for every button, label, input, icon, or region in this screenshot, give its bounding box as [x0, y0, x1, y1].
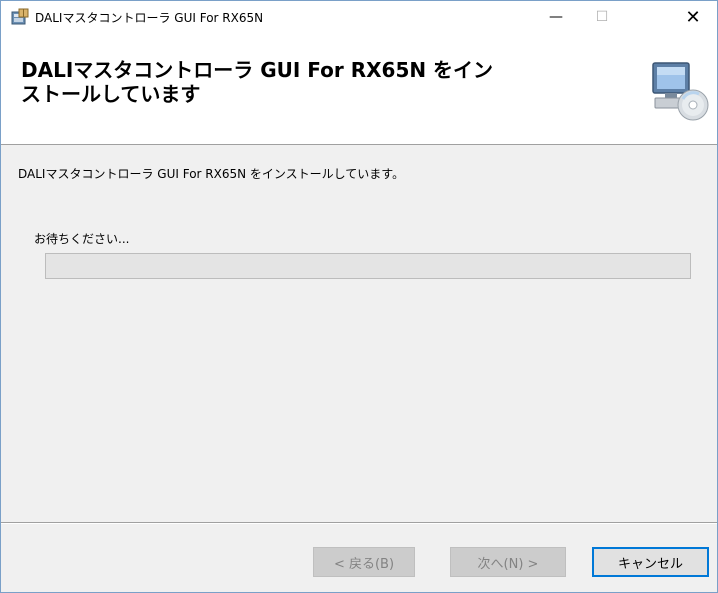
maximize-button[interactable]: ☐	[579, 1, 625, 33]
next-button[interactable]: 次へ(N) >	[450, 547, 566, 577]
cancel-button[interactable]: キャンセル	[592, 547, 709, 577]
next-button-label: 次へ(N) >	[477, 556, 539, 572]
wait-label: お待ちください...	[34, 232, 130, 246]
header-title-line1: DALIマスタコントローラ GUI For RX65N をイン	[21, 58, 494, 82]
window-title: DALIマスタコントローラ GUI For RX65N	[35, 11, 264, 25]
footer-divider	[1, 522, 717, 524]
header-title-line2: ストールしています	[21, 82, 201, 106]
title-bar[interactable]: DALIマスタコントローラ GUI For RX65N — ☐ ✕	[1, 1, 717, 33]
close-button[interactable]: ✕	[669, 1, 717, 33]
installer-window: DALIマスタコントローラ GUI For RX65N — ☐ ✕ DALIマス…	[0, 0, 718, 593]
minimize-button[interactable]: —	[533, 1, 579, 33]
back-button[interactable]: < 戻る(B)	[313, 547, 415, 577]
computer-cd-icon	[652, 62, 709, 121]
content-area: DALIマスタコントローラ GUI For RX65N をインストールしています…	[1, 145, 717, 521]
install-description: DALIマスタコントローラ GUI For RX65N をインストールしています…	[18, 167, 405, 181]
header-title: DALIマスタコントローラ GUI For RX65N をイン ストールしていま…	[21, 58, 581, 106]
progress-bar	[45, 253, 691, 279]
back-button-label: < 戻る(B)	[333, 556, 395, 572]
header-banner: DALIマスタコントローラ GUI For RX65N をイン ストールしていま…	[1, 33, 717, 145]
cancel-button-label: キャンセル	[617, 556, 683, 572]
installer-icon	[11, 8, 29, 25]
